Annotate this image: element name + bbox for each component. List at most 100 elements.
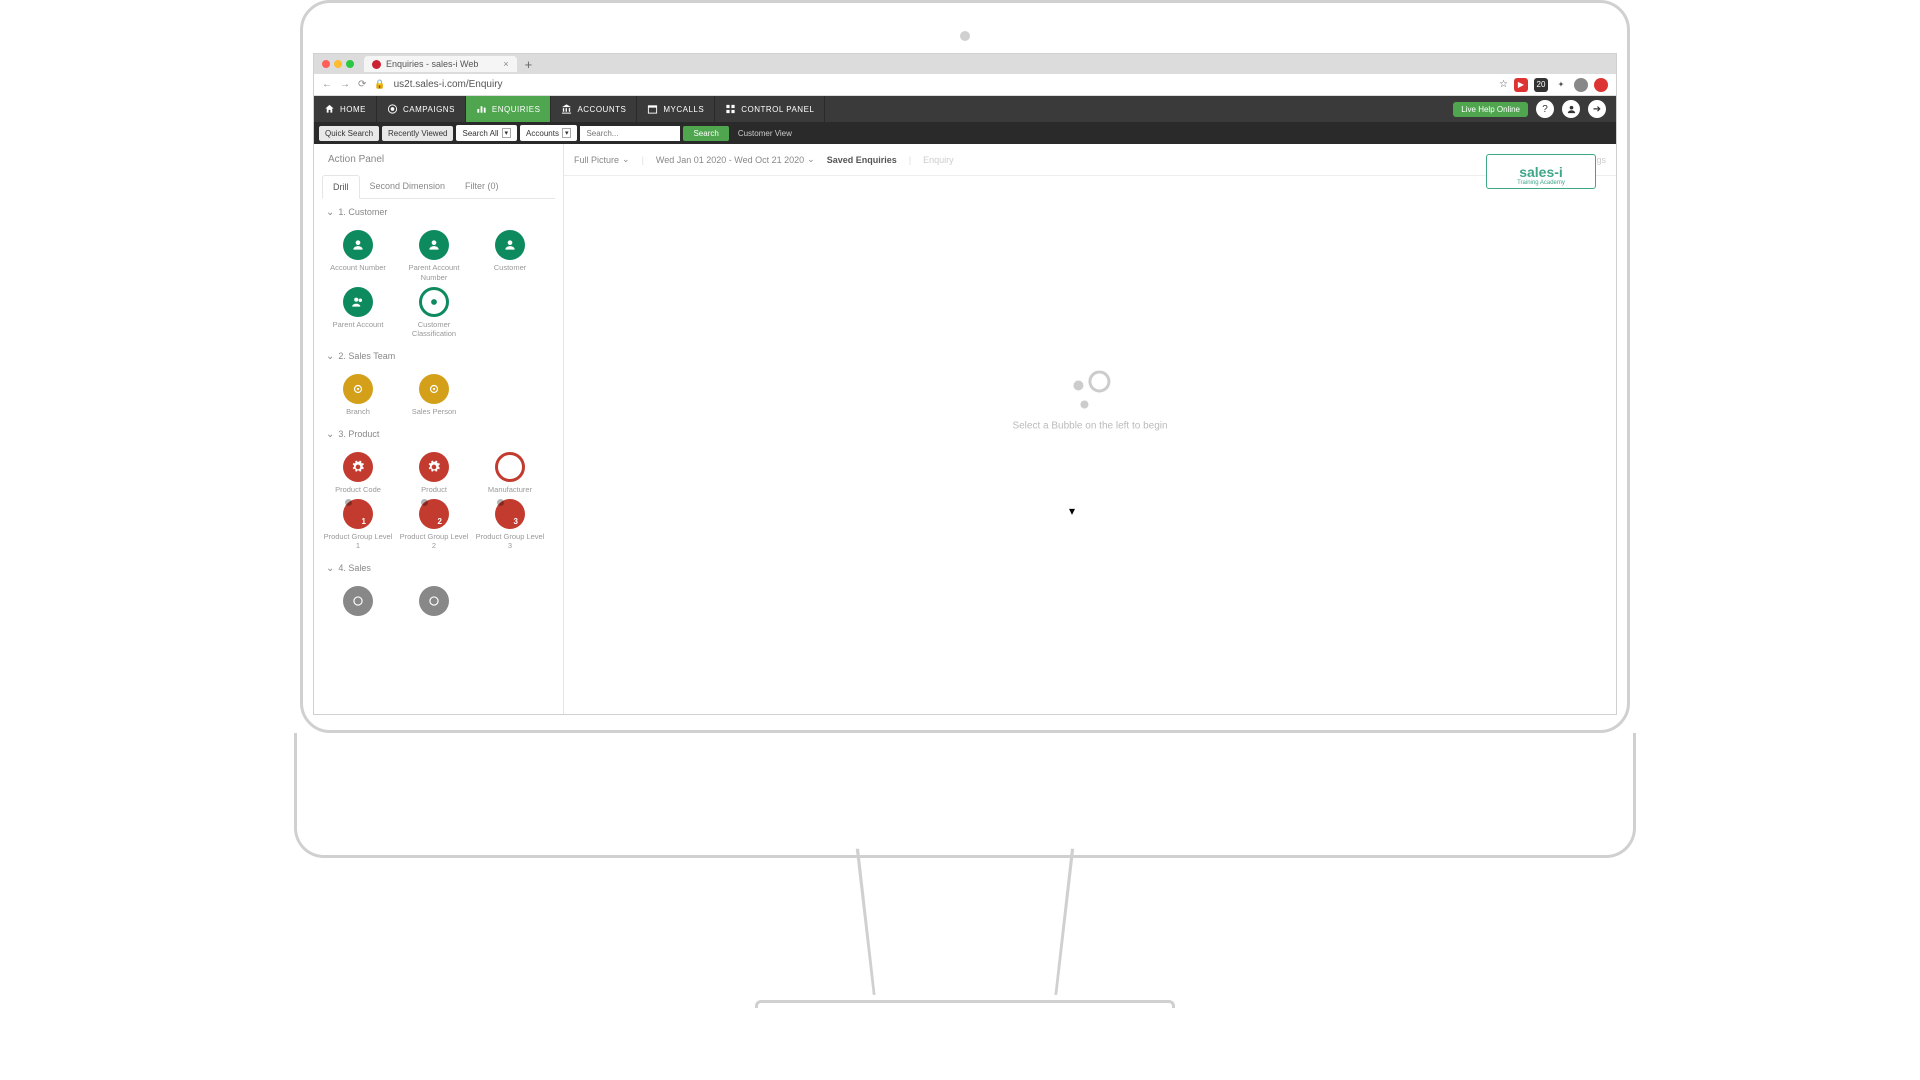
full-picture-dropdown[interactable]: Full Picture ⌄ [574, 154, 630, 165]
extension-icon[interactable]: 20 [1534, 78, 1548, 92]
bubble-branch[interactable]: Branch [322, 374, 394, 417]
close-window-icon[interactable] [322, 60, 330, 68]
nav-label: HOME [340, 105, 366, 114]
panel-title: Action Panel [314, 144, 563, 175]
medal-icon [419, 374, 449, 404]
people-icon [343, 287, 373, 317]
search-scope-select[interactable]: Search All▾ [456, 125, 517, 141]
live-help-button[interactable]: Live Help Online [1453, 102, 1528, 117]
nav-enquiries[interactable]: ENQUIRIES [466, 96, 552, 122]
customer-view-link[interactable]: Customer View [732, 129, 798, 138]
bubble-product-group-1[interactable]: 1 Product Group Level 1 [322, 499, 394, 552]
section-product[interactable]: 3. Product [322, 421, 555, 448]
main-content: Full Picture ⌄ | Wed Jan 01 2020 - Wed O… [564, 144, 1616, 714]
bubble-customer[interactable]: Customer [474, 230, 546, 283]
monitor-stand-base [755, 1000, 1175, 1008]
bubble-sales-person[interactable]: Sales Person [398, 374, 470, 417]
nav-accounts[interactable]: ACCOUNTS [551, 96, 637, 122]
extension-icon[interactable] [1594, 78, 1608, 92]
select-label: Search All [462, 129, 498, 138]
search-type-select[interactable]: Accounts▾ [520, 125, 577, 141]
level-icon: 2 [419, 499, 449, 529]
chevron-down-icon: ⌄ [622, 154, 630, 165]
nav-mycalls[interactable]: MYCALLS [637, 96, 715, 122]
extensions-menu-icon[interactable]: ✦ [1554, 78, 1568, 92]
tab-drill[interactable]: Drill [322, 175, 360, 199]
bubble-label: Account Number [330, 263, 386, 273]
bubble-sales-1[interactable] [322, 586, 394, 619]
user-button[interactable] [1562, 100, 1580, 118]
bubble-label: Parent Account Number [398, 263, 470, 283]
window-controls[interactable] [322, 60, 354, 68]
separator: | [642, 155, 644, 165]
nav-home[interactable]: HOME [314, 96, 377, 122]
level-icon: 1 [343, 499, 373, 529]
minimize-window-icon[interactable] [334, 60, 342, 68]
bubble-product-group-2[interactable]: 2Product Group Level 2 [398, 499, 470, 552]
chart-icon [476, 104, 487, 115]
calendar-icon [647, 104, 658, 115]
chevron-down-icon: ▾ [562, 128, 572, 138]
forward-button[interactable]: → [340, 79, 350, 90]
bubble-label: Product [421, 485, 447, 495]
url-field[interactable]: us2t.sales-i.com/Enquiry [394, 79, 1491, 90]
recently-viewed-button[interactable]: Recently Viewed [382, 126, 453, 141]
reload-button[interactable]: ⟳ [358, 79, 366, 90]
star-icon[interactable]: ☆ [1499, 79, 1508, 90]
new-tab-button[interactable]: + [525, 57, 533, 72]
help-button[interactable]: ? [1536, 100, 1554, 118]
section-customer[interactable]: 1. Customer [322, 199, 555, 226]
home-icon [324, 104, 335, 115]
bubble-label: Customer [494, 263, 527, 273]
browser-tab-strip: Enquiries - sales-i Web × + [314, 54, 1616, 74]
gear-icon [419, 452, 449, 482]
medal-icon [343, 374, 373, 404]
logout-button[interactable]: ➜ [1588, 100, 1606, 118]
bubble-parent-account[interactable]: Parent Account [322, 287, 394, 340]
bubble-account-number[interactable]: Account Number [322, 230, 394, 283]
section-sales[interactable]: 4. Sales [322, 555, 555, 582]
tab-filter[interactable]: Filter (0) [455, 175, 509, 198]
ring-icon [495, 452, 525, 482]
nav-campaigns[interactable]: CAMPAIGNS [377, 96, 466, 122]
person-icon [343, 230, 373, 260]
primary-nav: HOME CAMPAIGNS ENQUIRIES ACCOUNTS [314, 96, 1616, 122]
close-tab-icon[interactable]: × [503, 59, 508, 69]
panel-tabs: Drill Second Dimension Filter (0) [322, 175, 555, 199]
search-toolbar: Quick Search Recently Viewed Search All▾… [314, 122, 1616, 144]
bubble-product[interactable]: Product [398, 452, 470, 495]
logo-text: sales-i [1519, 164, 1563, 180]
bubble-label: Manufacturer [488, 485, 532, 495]
quick-search-button[interactable]: Quick Search [319, 126, 379, 141]
nav-label: MYCALLS [663, 105, 704, 114]
bubble-manufacturer[interactable]: Manufacturer [474, 452, 546, 495]
level-icon: 3 [495, 499, 525, 529]
maximize-window-icon[interactable] [346, 60, 354, 68]
nav-control-panel[interactable]: CONTROL PANEL [715, 96, 825, 122]
back-button[interactable]: ← [322, 79, 332, 90]
search-input[interactable] [580, 126, 680, 141]
camera-dot [960, 31, 970, 41]
coin-icon [343, 586, 373, 616]
date-range-picker[interactable]: Wed Jan 01 2020 - Wed Oct 21 2020 ⌄ [656, 154, 815, 165]
saved-enquiries-link[interactable]: Saved Enquiries [827, 155, 897, 165]
profile-icon[interactable] [1574, 78, 1588, 92]
bubbles-icon [1065, 370, 1115, 410]
bubble-customer-classification[interactable]: Customer Classification [398, 287, 470, 340]
search-button[interactable]: Search [683, 126, 728, 141]
extension-icon[interactable]: ▶ [1514, 78, 1528, 92]
bubble-product-code[interactable]: Product Code [322, 452, 394, 495]
bubble-sales-2[interactable] [398, 586, 470, 619]
lock-icon: 🔒 [374, 79, 385, 90]
bubble-parent-account-number[interactable]: Parent Account Number [398, 230, 470, 283]
tab-second-dimension[interactable]: Second Dimension [360, 175, 456, 198]
bubble-label: Branch [346, 407, 370, 417]
badge-icon [419, 287, 449, 317]
browser-tab[interactable]: Enquiries - sales-i Web × [364, 56, 517, 72]
bubble-label: Product Group Level 1 [322, 532, 394, 552]
section-sales-team[interactable]: 2. Sales Team [322, 343, 555, 370]
nav-label: CAMPAIGNS [403, 105, 455, 114]
enquiry-label: Enquiry [923, 155, 954, 165]
select-label: Accounts [526, 129, 559, 138]
bubble-product-group-3[interactable]: 3Product Group Level 3 [474, 499, 546, 552]
